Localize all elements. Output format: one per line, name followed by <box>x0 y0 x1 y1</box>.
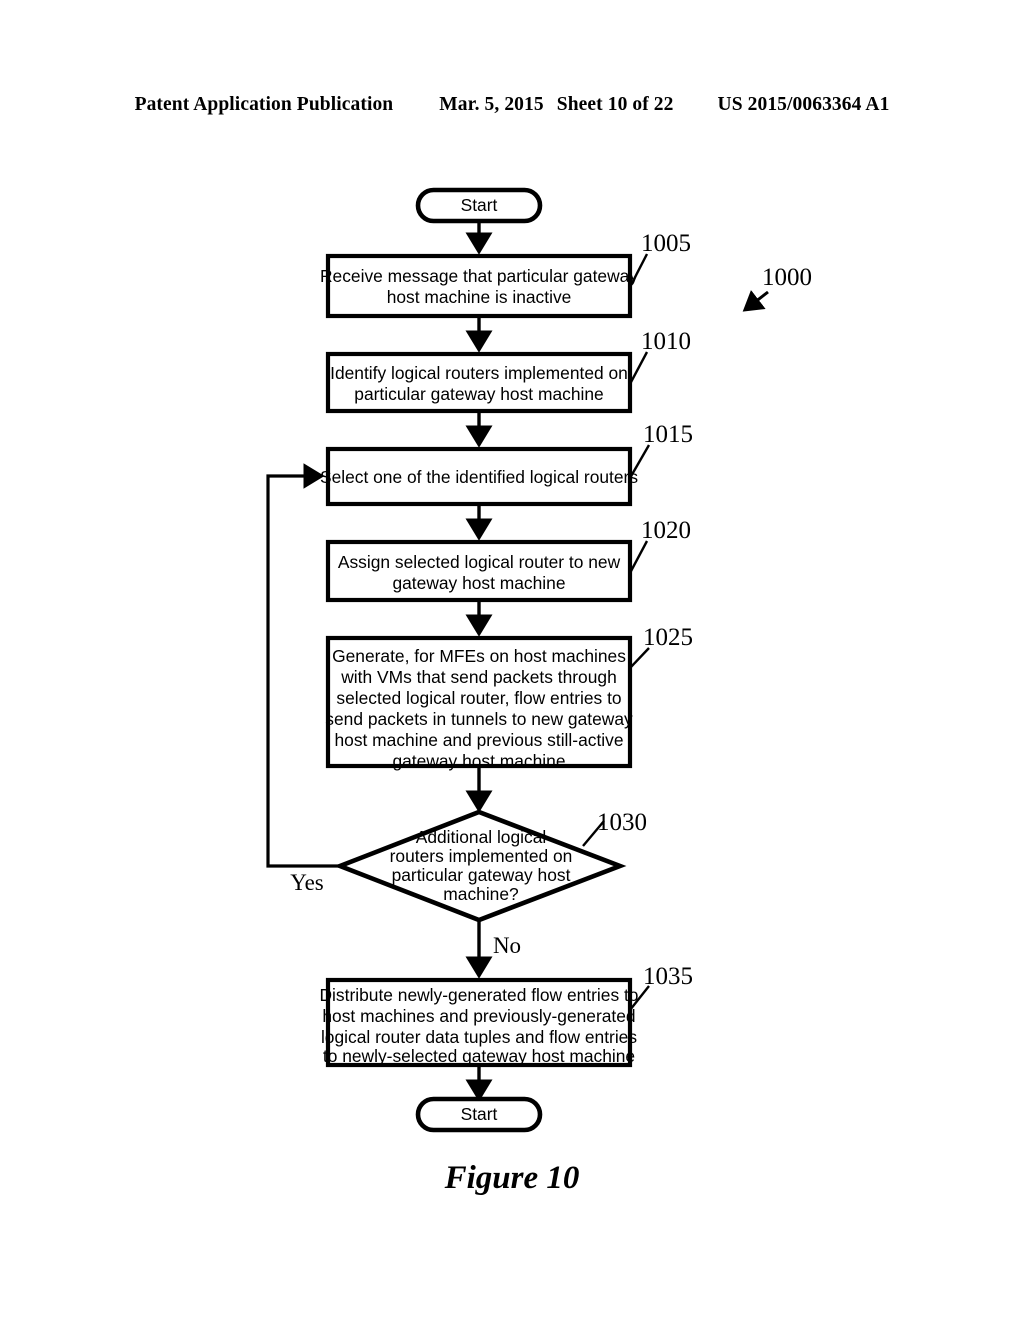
branch-label-no: No <box>493 933 521 958</box>
patent-figure-page: Patent Application Publication Mar. 5, 2… <box>0 0 1024 1320</box>
ref-numeral-1000: 1000 <box>762 264 812 291</box>
branch-label-yes: Yes <box>290 870 324 895</box>
step-1005-line-2: host machine is inactive <box>387 287 572 307</box>
step-1020-line-1: Assign selected logical router to new <box>338 552 621 572</box>
flowchart-diagram: Start Receive message that particular ga… <box>266 187 812 1133</box>
step-1010-line-1: Identify logical routers implemented on <box>330 363 628 383</box>
step-1005-line-1: Receive message that particular gateway <box>320 266 638 286</box>
step-1025-line-4: send packets in tunnels to new gateway <box>325 709 633 729</box>
leader-1015 <box>628 444 651 479</box>
decision-1030: Additional logical routers implemented o… <box>333 809 647 923</box>
leader-1010 <box>628 351 649 385</box>
decision-1030-line-2: routers implemented on <box>390 846 573 866</box>
step-1035-line-3: logical router data tuples and flow entr… <box>321 1027 637 1047</box>
leader-1020 <box>628 540 649 574</box>
ref-arrow-1000 <box>742 289 769 312</box>
decision-1030-line-1: Additional logical <box>416 827 547 847</box>
step-1035: Distribute newly-generated flow entries … <box>320 963 693 1068</box>
ref-numeral-1035: 1035 <box>643 963 693 990</box>
step-1035-line-1: Distribute newly-generated flow entries … <box>320 985 639 1005</box>
decision-1030-line-4: machine? <box>443 884 519 904</box>
step-1010: Identify logical routers implemented on … <box>325 328 691 414</box>
step-1035-line-2: host machines and previously-generated <box>322 1006 635 1026</box>
start-terminal-label: Start <box>461 195 498 215</box>
end-terminal-label: Start <box>461 1104 498 1124</box>
ref-numeral-1025: 1025 <box>643 624 693 651</box>
step-1025-line-2: with VMs that send packets through <box>340 667 617 687</box>
step-1025-line-3: selected logical router, flow entries to <box>336 688 621 708</box>
step-1015-line-1: Select one of the identified logical rou… <box>320 467 638 487</box>
step-1015: Select one of the identified logical rou… <box>320 421 693 507</box>
ref-numeral-1020: 1020 <box>641 517 691 544</box>
end-terminal: Start <box>415 1096 543 1133</box>
step-1005: Receive message that particular gateway … <box>320 230 691 319</box>
step-1010-line-2: particular gateway host machine <box>354 384 603 404</box>
step-1025-line-1: Generate, for MFEs on host machines <box>332 646 626 666</box>
figure-caption: Figure 10 <box>444 1160 580 1196</box>
ref-numeral-1030: 1030 <box>597 809 647 836</box>
step-1020: Assign selected logical router to new ga… <box>325 517 691 603</box>
ref-numeral-1015: 1015 <box>643 421 693 448</box>
start-terminal: Start <box>415 187 543 224</box>
decision-1030-line-3: particular gateway host <box>392 865 571 885</box>
ref-numeral-1005: 1005 <box>641 230 691 257</box>
ref-numeral-1010: 1010 <box>641 328 691 355</box>
process-reference-1000: 1000 <box>742 264 812 312</box>
step-1020-line-2: gateway host machine <box>392 573 565 593</box>
leader-1025 <box>629 647 650 669</box>
step-1025: Generate, for MFEs on host machines with… <box>325 624 693 771</box>
step-1035-line-4: to newly-selected gateway host machine <box>323 1046 635 1066</box>
step-1025-line-5: host machine and previous still-active <box>334 730 623 750</box>
